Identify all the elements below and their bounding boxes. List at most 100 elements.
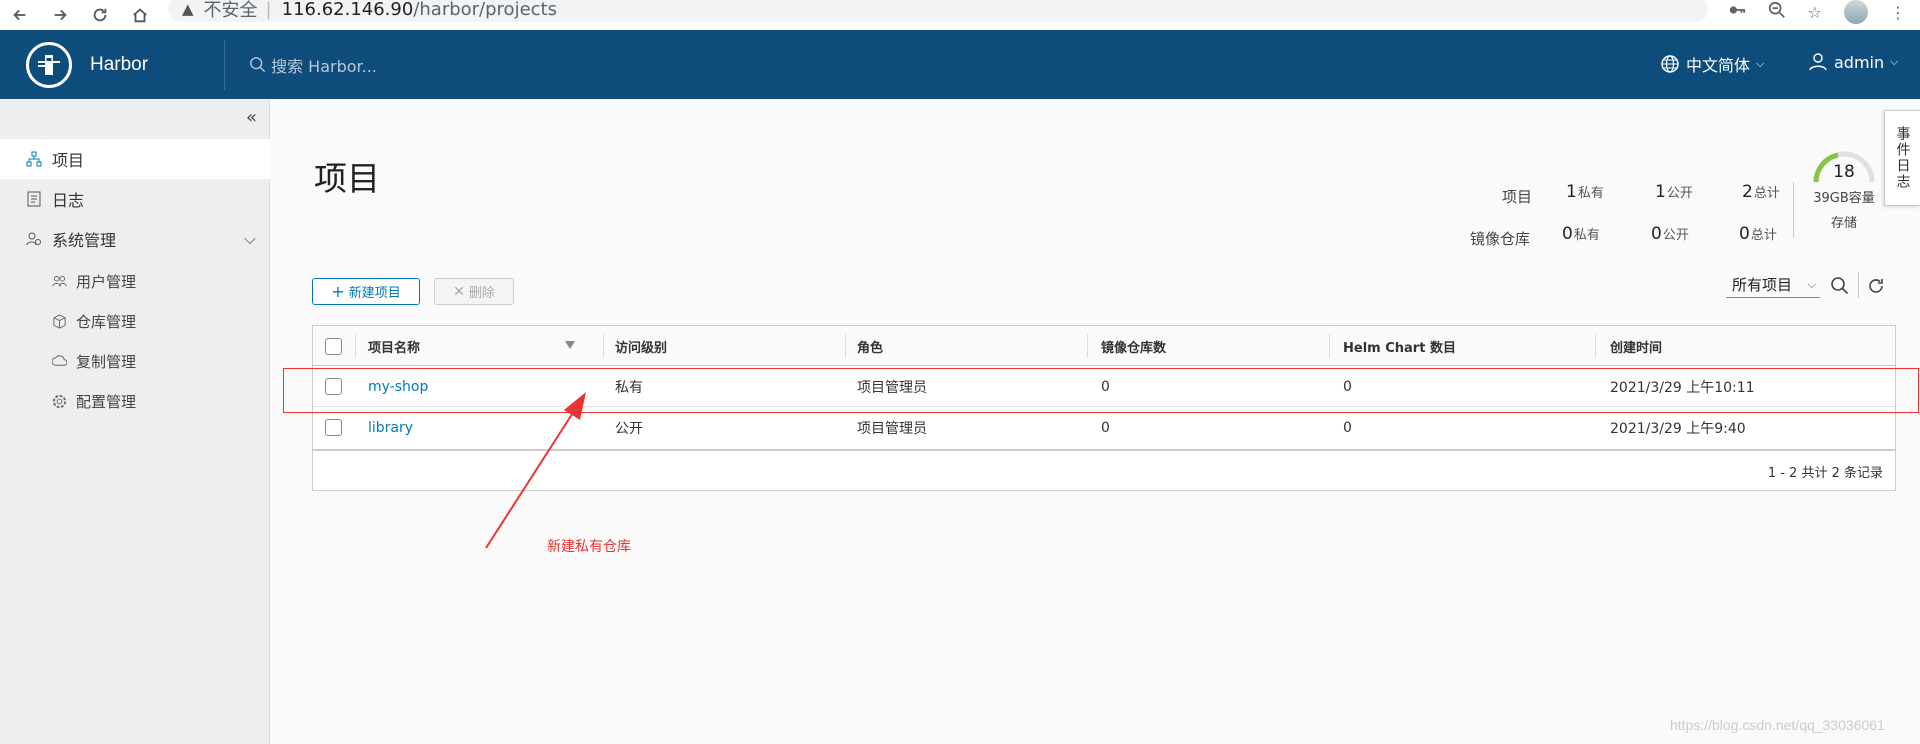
row-checkbox[interactable] xyxy=(325,407,342,448)
brand-name[interactable]: Harbor xyxy=(90,54,148,76)
home-icon[interactable] xyxy=(120,3,160,27)
sidebar-item-config[interactable]: 配置管理 xyxy=(0,381,270,421)
warning-icon: ▲ xyxy=(182,0,194,18)
username: admin xyxy=(1834,52,1885,72)
event-log-label: 事件日志 xyxy=(1894,126,1911,190)
column-header-repos[interactable]: 镜像仓库数 xyxy=(1101,326,1166,366)
browser-actions: ☆ ⋮ xyxy=(1728,0,1920,24)
annotation-text: 新建私有仓库 xyxy=(547,539,631,555)
project-name-link[interactable]: library xyxy=(368,407,413,448)
project-filter-select[interactable]: 所有项目 ⌵ xyxy=(1726,272,1820,298)
stats-repos-total: 0总计 xyxy=(1739,224,1777,244)
language-selector[interactable]: 中文简体 ⌵ xyxy=(1660,52,1764,76)
sidebar-item-label: 日志 xyxy=(52,191,85,210)
browser-toolbar: ▲ 不安全 | 116.62.146.90/harbor/projects ☆ … xyxy=(0,0,1920,30)
sidebar-item-label: 仓库管理 xyxy=(76,312,137,331)
bookmark-star-icon[interactable]: ☆ xyxy=(1808,3,1822,22)
pagination-summary: 1 - 2 共计 2 条记录 xyxy=(1767,465,1883,481)
column-header-role[interactable]: 角色 xyxy=(857,326,883,366)
column-divider xyxy=(355,334,356,358)
reload-icon[interactable] xyxy=(80,3,120,27)
column-header-name[interactable]: 项目名称 xyxy=(368,326,420,366)
access-level: 公开 xyxy=(615,420,643,437)
url-host: 116.62.146.90 xyxy=(281,0,414,20)
column-header-created[interactable]: 创建时间 xyxy=(1610,326,1662,366)
delete-button[interactable]: ✕ 删除 xyxy=(434,278,514,305)
sidebar-item-users[interactable]: 用户管理 xyxy=(0,261,270,301)
profile-avatar[interactable] xyxy=(1844,0,1868,24)
url-path: /harbor/projects xyxy=(413,0,557,20)
storage-value: 18 xyxy=(1833,162,1855,182)
search-icon[interactable] xyxy=(1830,276,1850,300)
creation-time: 2021/3/29 上午9:40 xyxy=(1610,420,1746,437)
close-icon: ✕ xyxy=(453,283,465,300)
stats-repos-label: 镜像仓库 xyxy=(1470,230,1531,248)
repo-count: 0 xyxy=(1101,419,1110,436)
select-all-checkbox[interactable] xyxy=(325,326,342,366)
chart-count: 0 xyxy=(1343,419,1352,436)
plus-icon: + xyxy=(331,281,345,301)
sidebar-item-label: 配置管理 xyxy=(76,392,137,411)
stats-projects-total: 2总计 xyxy=(1742,182,1780,202)
user-menu[interactable]: admin ⌵ xyxy=(1808,52,1898,72)
global-search[interactable]: 搜索 Harbor... xyxy=(249,53,377,77)
stats-projects-private: 1私有 xyxy=(1566,182,1604,202)
event-log-tab[interactable]: 事件日志 xyxy=(1884,110,1920,206)
key-icon[interactable] xyxy=(1728,1,1746,23)
address-bar[interactable]: ▲ 不安全 | 116.62.146.90/harbor/projects xyxy=(168,0,1708,22)
config-icon xyxy=(52,394,70,409)
stats-projects-label: 项目 xyxy=(1502,188,1533,206)
globe-icon xyxy=(1661,55,1679,73)
refresh-icon[interactable] xyxy=(1866,276,1886,300)
insecure-label: 不安全 xyxy=(203,0,258,21)
watermark: https://blog.csdn.net/qq_33036061 xyxy=(1670,717,1885,733)
column-divider xyxy=(603,334,604,358)
registry-icon xyxy=(52,313,70,329)
chevron-down-icon: ⌵ xyxy=(1807,277,1816,291)
column-divider xyxy=(1087,334,1088,358)
chevron-down-icon[interactable]: ⌵ xyxy=(244,229,256,249)
new-project-button[interactable]: + 新建项目 xyxy=(312,278,420,305)
new-project-label: 新建项目 xyxy=(348,286,401,301)
column-divider xyxy=(1595,334,1596,358)
sidebar-item-label: 复制管理 xyxy=(76,352,137,371)
column-header-access[interactable]: 访问级别 xyxy=(615,326,667,366)
user-icon xyxy=(1809,53,1827,71)
stats-divider xyxy=(1793,182,1794,238)
page-title: 项目 xyxy=(314,159,380,198)
chevron-down-icon: ⌵ xyxy=(1756,57,1765,70)
projects-icon xyxy=(26,151,44,167)
filter-label: 所有项目 xyxy=(1732,276,1793,294)
sidebar-item-registries[interactable]: 仓库管理 xyxy=(0,301,270,341)
sidebar-item-replication[interactable]: 复制管理 xyxy=(0,341,270,381)
url-separator: | xyxy=(265,0,272,20)
harbor-logo-icon[interactable] xyxy=(26,41,72,88)
chevron-down-icon: ⌵ xyxy=(1890,55,1899,68)
sidebar-item-label: 用户管理 xyxy=(76,272,137,291)
log-icon xyxy=(26,191,44,207)
toolbar-divider xyxy=(1858,272,1859,298)
delete-label: 删除 xyxy=(468,286,495,301)
back-icon[interactable] xyxy=(0,3,40,27)
column-divider xyxy=(1329,334,1330,358)
sidebar-item-label: 系统管理 xyxy=(52,231,117,250)
zoom-out-icon[interactable] xyxy=(1768,1,1786,23)
language-label: 中文简体 xyxy=(1686,56,1751,75)
header-divider xyxy=(224,39,226,90)
sidebar-item-admin[interactable]: 系统管理 ⌵ xyxy=(0,219,270,259)
annotation-arrow xyxy=(485,392,586,549)
search-placeholder: 搜索 Harbor... xyxy=(271,56,377,76)
column-divider xyxy=(845,334,846,358)
storage-capacity: 39GB容量 xyxy=(1813,191,1875,206)
sidebar-item-projects[interactable]: 项目 xyxy=(0,139,270,179)
role: 项目管理员 xyxy=(857,420,927,437)
menu-dots-icon[interactable]: ⋮ xyxy=(1890,3,1906,22)
search-icon xyxy=(250,56,266,72)
column-header-charts[interactable]: Helm Chart 数目 xyxy=(1343,326,1456,366)
collapse-sidebar-icon[interactable]: « xyxy=(246,107,257,128)
storage-label: 存储 xyxy=(1830,216,1857,231)
sidebar-item-logs[interactable]: 日志 xyxy=(0,179,270,219)
filter-icon[interactable] xyxy=(565,341,575,349)
users-icon xyxy=(52,274,70,289)
forward-icon[interactable] xyxy=(40,3,80,27)
